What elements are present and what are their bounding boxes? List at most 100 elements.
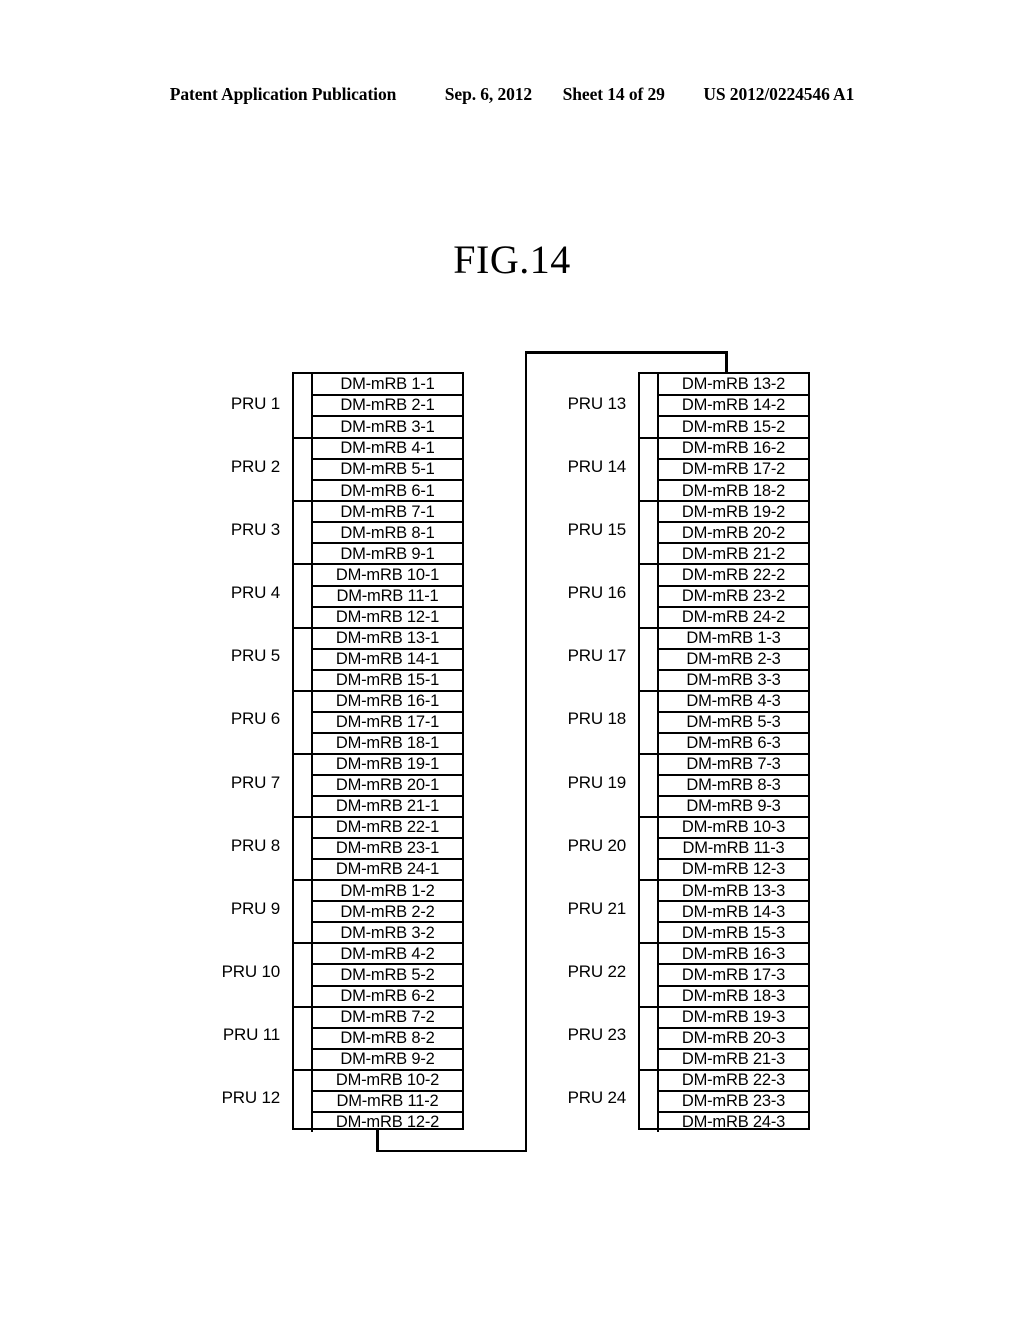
pru-group-gutter	[640, 881, 659, 943]
mrb-row-stack: DM-mRB 7-1 DM-mRB 8-1 DM-mRB 9-1	[313, 502, 462, 563]
mrb-cell: DM-mRB 24-2	[659, 605, 808, 627]
mrb-cell: DM-mRB 16-3	[681, 944, 786, 963]
mrb-cell: DM-mRB 10-2	[335, 1070, 440, 1089]
pru-group: DM-mRB 4-3 DM-mRB 5-3 DM-mRB 6-3	[640, 689, 808, 753]
pru-group-gutter	[294, 881, 313, 943]
mrb-row-stack: DM-mRB 1-2 DM-mRB 2-2 DM-mRB 3-2	[313, 881, 462, 942]
pru-label-pru-10: PRU 10	[221, 962, 281, 982]
mrb-cell: DM-mRB 19-1	[335, 755, 440, 774]
mrb-cell: DM-mRB 15-3	[659, 921, 808, 942]
mrb-cell: DM-mRB 1-3	[686, 628, 781, 647]
mrb-row-stack: DM-mRB 16-1 DM-mRB 17-1 DM-mRB 18-1	[313, 692, 462, 753]
mrb-cell: DM-mRB 8-1	[313, 521, 462, 542]
mrb-cell: DM-mRB 18-3	[659, 984, 808, 1006]
mrb-row-stack: DM-mRB 13-1 DM-mRB 14-1 DM-mRB 15-1	[313, 629, 462, 690]
pru-group-gutter	[640, 691, 659, 753]
mrb-cell: DM-mRB 11-2	[313, 1089, 462, 1111]
pru-group: DM-mRB 19-3 DM-mRB 20-3 DM-mRB 21-3	[640, 1005, 808, 1069]
mrb-row-stack: DM-mRB 13-2 DM-mRB 14-2 DM-mRB 15-2	[659, 374, 808, 437]
pru-label-pru-3: PRU 3	[230, 519, 280, 539]
mrb-row-stack: DM-mRB 7-2 DM-mRB 8-2 DM-mRB 9-2	[313, 1008, 462, 1069]
pru-group: DM-mRB 22-3 DM-mRB 23-3 DM-mRB 24-3	[640, 1068, 808, 1132]
mrb-cell: DM-mRB 9-2	[313, 1047, 462, 1069]
pru-group-gutter	[640, 439, 659, 501]
pru-group-gutter	[640, 944, 659, 1006]
mrb-cell: DM-mRB 7-2	[340, 1007, 435, 1026]
mrb-cell: DM-mRB 14-3	[659, 900, 808, 921]
mrb-cell: DM-mRB 13-2	[681, 374, 786, 393]
pru-label-pru-2: PRU 2	[230, 456, 280, 476]
mrb-row-stack: DM-mRB 1-3 DM-mRB 2-3 DM-mRB 3-3	[659, 629, 808, 690]
pru-group: DM-mRB 1-2 DM-mRB 2-2 DM-mRB 3-2	[294, 879, 462, 943]
mrb-cell: DM-mRB 12-2	[313, 1110, 462, 1132]
pru-label-pru-12: PRU 12	[221, 1088, 281, 1108]
pru-group: DM-mRB 10-1 DM-mRB 11-1 DM-mRB 12-1	[294, 563, 462, 627]
mrb-cell: DM-mRB 19-3	[681, 1007, 786, 1026]
connector-segment-horizontal-bottom	[376, 1149, 527, 1152]
mrb-row-stack: DM-mRB 13-3 DM-mRB 14-3 DM-mRB 15-3	[659, 881, 808, 942]
mrb-cell: DM-mRB 21-3	[659, 1047, 808, 1069]
pru-label-pru-21: PRU 21	[567, 898, 627, 918]
pru-label-pru-18: PRU 18	[567, 709, 627, 729]
mrb-cell: DM-mRB 18-1	[313, 731, 462, 753]
mrb-row-stack: DM-mRB 10-3 DM-mRB 11-3 DM-mRB 12-3	[659, 818, 808, 879]
mrb-cell: DM-mRB 13-3	[681, 881, 786, 900]
pru-label-pru-20: PRU 20	[567, 835, 627, 855]
pru-group: DM-mRB 16-1 DM-mRB 17-1 DM-mRB 18-1	[294, 689, 462, 753]
pru-group: DM-mRB 7-2 DM-mRB 8-2 DM-mRB 9-2	[294, 1005, 462, 1069]
pru-label-pru-19: PRU 19	[567, 772, 627, 792]
mrb-cell: DM-mRB 8-2	[313, 1026, 462, 1048]
mrb-cell: DM-mRB 17-1	[313, 710, 462, 732]
pru-label-pru-7: PRU 7	[230, 772, 280, 792]
mrb-cell: DM-mRB 7-1	[340, 502, 435, 521]
mrb-cell: DM-mRB 14-1	[313, 647, 462, 669]
mrb-cell: DM-mRB 2-3	[659, 647, 808, 669]
mrb-cell: DM-mRB 7-3	[686, 755, 781, 774]
pru-label-pru-4: PRU 4	[230, 583, 280, 603]
left-pru-table: DM-mRB 1-1 DM-mRB 2-1 DM-mRB 3-1 DM-mRB 4-1…	[292, 372, 464, 1132]
mrb-cell: DM-mRB 17-2	[659, 458, 808, 479]
mrb-cell: DM-mRB 22-3	[681, 1070, 786, 1089]
right-pru-table: DM-mRB 13-2 DM-mRB 14-2 DM-mRB 15-2 DM-mRB …	[638, 372, 810, 1132]
mrb-row-stack: DM-mRB 19-3 DM-mRB 20-3 DM-mRB 21-3	[659, 1008, 808, 1069]
pru-label-pru-8: PRU 8	[230, 835, 280, 855]
mrb-row-stack: DM-mRB 19-2 DM-mRB 20-2 DM-mRB 21-2	[659, 502, 808, 563]
pru-group: DM-mRB 10-2 DM-mRB 11-2 DM-mRB 12-2	[294, 1068, 462, 1132]
mrb-cell: DM-mRB 4-3	[686, 692, 781, 711]
pru-group: DM-mRB 22-2 DM-mRB 23-2 DM-mRB 24-2	[640, 563, 808, 627]
pru-label-pru-15: PRU 15	[567, 519, 627, 539]
pru-group-gutter	[640, 1007, 659, 1069]
pru-group: DM-mRB 19-2 DM-mRB 20-2 DM-mRB 21-2	[640, 500, 808, 564]
pru-group-gutter	[294, 439, 313, 501]
pru-group: DM-mRB 13-2 DM-mRB 14-2 DM-mRB 15-2	[640, 374, 808, 438]
mrb-cell: DM-mRB 8-3	[659, 773, 808, 795]
mrb-cell: DM-mRB 3-3	[659, 668, 808, 690]
mrb-row-stack: DM-mRB 4-3 DM-mRB 5-3 DM-mRB 6-3	[659, 692, 808, 753]
pru-label-pru-13: PRU 13	[567, 393, 627, 413]
mrb-cell: DM-mRB 6-2	[313, 984, 462, 1006]
mrb-cell: DM-mRB 16-2	[681, 439, 786, 458]
mrb-cell: DM-mRB 14-2	[659, 393, 808, 416]
pru-label-pru-6: PRU 6	[230, 709, 280, 729]
mrb-cell: DM-mRB 21-2	[659, 542, 808, 563]
pru-label-pru-22: PRU 22	[567, 962, 627, 982]
mrb-cell: DM-mRB 11-3	[659, 837, 808, 858]
mrb-cell: DM-mRB 5-1	[313, 458, 462, 479]
mrb-cell: DM-mRB 19-2	[681, 502, 786, 521]
mrb-cell: DM-mRB 22-2	[681, 565, 786, 584]
pru-group: DM-mRB 19-1 DM-mRB 20-1 DM-mRB 21-1	[294, 752, 462, 817]
pru-group-gutter	[294, 374, 313, 438]
pru-group: DM-mRB 16-2 DM-mRB 17-2 DM-mRB 18-2	[640, 437, 808, 501]
mrb-row-stack: DM-mRB 1-1 DM-mRB 2-1 DM-mRB 3-1	[313, 374, 462, 437]
pru-label-pru-11: PRU 11	[222, 1025, 280, 1045]
mrb-cell: DM-mRB 24-1	[313, 858, 462, 879]
pru-group-gutter	[294, 628, 313, 690]
mrb-cell: DM-mRB 23-1	[313, 837, 462, 858]
mrb-cell: DM-mRB 16-1	[335, 692, 440, 711]
mrb-row-stack: DM-mRB 22-3 DM-mRB 23-3 DM-mRB 24-3	[659, 1071, 808, 1132]
pru-group: DM-mRB 1-1 DM-mRB 2-1 DM-mRB 3-1	[294, 374, 462, 438]
mrb-cell: DM-mRB 17-3	[659, 963, 808, 984]
pru-group-gutter	[640, 628, 659, 690]
mrb-cell: DM-mRB 1-2	[340, 881, 435, 900]
mrb-cell: DM-mRB 10-1	[335, 565, 440, 584]
